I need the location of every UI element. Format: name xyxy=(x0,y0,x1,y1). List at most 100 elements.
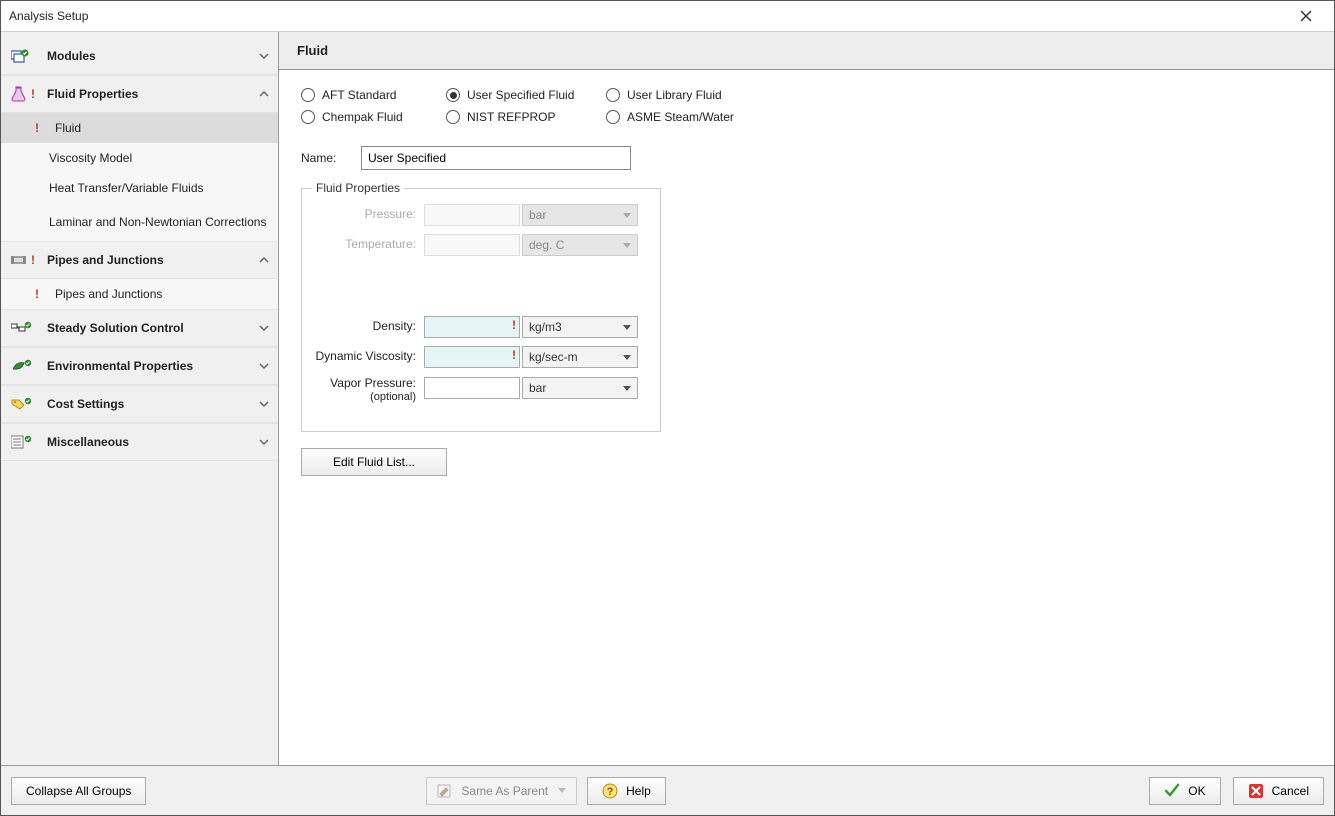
radio-aft-standard[interactable]: AFT Standard xyxy=(301,88,446,102)
sidebar-group-pipes-junctions[interactable]: ! Pipes and Junctions xyxy=(1,241,278,279)
dropdown-icon xyxy=(558,788,566,793)
list-icon xyxy=(11,435,31,449)
sidebar-group-label: Environmental Properties xyxy=(47,359,258,373)
chevron-up-icon xyxy=(258,254,270,266)
name-input[interactable] xyxy=(361,146,631,170)
sidebar-group-environmental[interactable]: Environmental Properties xyxy=(1,347,278,385)
sidebar-group-steady-solution[interactable]: Steady Solution Control xyxy=(1,309,278,347)
sidebar-item-fluid[interactable]: ! Fluid xyxy=(1,113,278,143)
vapor-pressure-unit-select[interactable]: bar xyxy=(522,377,638,399)
edit-fluid-list-button[interactable]: Edit Fluid List... xyxy=(301,448,447,476)
panel-title: Fluid xyxy=(279,32,1334,70)
sidebar-item-label: Laminar and Non-Newtonian Corrections xyxy=(49,215,266,230)
titlebar: Analysis Setup xyxy=(1,1,1334,32)
temperature-unit-select: deg. C xyxy=(522,234,638,256)
spacer xyxy=(314,263,648,315)
warning-icon: ! xyxy=(35,287,49,301)
analysis-setup-window: Analysis Setup Modules ! Fluid Propertie… xyxy=(0,0,1335,816)
sidebar-item-viscosity-model[interactable]: Viscosity Model xyxy=(1,143,278,173)
help-icon: ? xyxy=(602,783,618,799)
sidebar-group-label: Pipes and Junctions xyxy=(47,253,258,267)
fieldset-legend: Fluid Properties xyxy=(312,181,404,195)
name-row: Name: xyxy=(301,146,1312,170)
radio-label: ASME Steam/Water xyxy=(627,110,734,124)
radio-user-specified[interactable]: User Specified Fluid xyxy=(446,88,606,102)
vapor-pressure-input[interactable] xyxy=(424,377,520,399)
sidebar-group-label: Modules xyxy=(47,49,258,63)
sidebar-group-label: Steady Solution Control xyxy=(47,321,258,335)
density-row: Density: kg/m3 xyxy=(314,315,648,339)
sidebar-item-pipes-junctions[interactable]: ! Pipes and Junctions xyxy=(1,279,278,309)
window-close-button[interactable] xyxy=(1286,1,1326,31)
close-icon xyxy=(1300,10,1312,22)
pressure-row: Pressure: bar xyxy=(314,203,648,227)
sidebar-group-cost-settings[interactable]: Cost Settings xyxy=(1,385,278,423)
sidebar-item-heat-transfer[interactable]: Heat Transfer/Variable Fluids xyxy=(1,173,278,203)
temperature-label: Temperature: xyxy=(314,238,424,251)
solution-icon xyxy=(11,321,31,335)
dialog-footer: Collapse All Groups Same As Parent ? Hel… xyxy=(1,765,1334,815)
density-unit-select[interactable]: kg/m3 xyxy=(522,316,638,338)
temperature-row: Temperature: deg. C xyxy=(314,233,648,257)
sidebar-item-label: Heat Transfer/Variable Fluids xyxy=(49,181,204,196)
radio-icon xyxy=(301,88,315,102)
chevron-down-icon xyxy=(258,50,270,62)
sidebar-item-label: Pipes and Junctions xyxy=(55,287,162,302)
density-input[interactable] xyxy=(424,316,520,338)
pressure-input xyxy=(424,204,520,226)
radio-label: User Specified Fluid xyxy=(467,88,574,102)
edit-icon xyxy=(437,784,451,798)
radio-chempak[interactable]: Chempak Fluid xyxy=(301,110,446,124)
radio-nist-refprop[interactable]: NIST REFPROP xyxy=(446,110,606,124)
sidebar-group-fluid-properties[interactable]: ! Fluid Properties xyxy=(1,75,278,113)
radio-icon xyxy=(606,88,620,102)
sidebar: Modules ! Fluid Properties ! Fluid Visco… xyxy=(1,32,279,765)
collapse-all-groups-button[interactable]: Collapse All Groups xyxy=(11,777,146,805)
radio-icon xyxy=(446,88,460,102)
viscosity-row: Dynamic Viscosity: kg/sec-m xyxy=(314,345,648,369)
sidebar-item-label: Viscosity Model xyxy=(49,151,132,166)
dialog-body: Modules ! Fluid Properties ! Fluid Visco… xyxy=(1,32,1334,765)
viscosity-input[interactable] xyxy=(424,346,520,368)
radio-icon xyxy=(446,110,460,124)
radio-icon xyxy=(606,110,620,124)
window-title: Analysis Setup xyxy=(9,9,1286,23)
chevron-down-icon xyxy=(258,322,270,334)
temperature-input xyxy=(424,234,520,256)
cancel-icon xyxy=(1248,783,1264,799)
chevron-down-icon xyxy=(258,360,270,372)
sidebar-group-miscellaneous[interactable]: Miscellaneous xyxy=(1,423,278,461)
ok-button[interactable]: OK xyxy=(1149,777,1220,805)
sidebar-group-modules[interactable]: Modules xyxy=(1,37,278,75)
help-button[interactable]: ? Help xyxy=(587,777,666,805)
flask-icon xyxy=(11,86,29,102)
sidebar-item-laminar-corrections[interactable]: Laminar and Non-Newtonian Corrections xyxy=(1,203,278,241)
viscosity-unit-select[interactable]: kg/sec-m xyxy=(522,346,638,368)
chevron-down-icon xyxy=(258,436,270,448)
name-label: Name: xyxy=(301,151,361,165)
radio-label: Chempak Fluid xyxy=(322,110,403,124)
fluid-properties-fieldset: Fluid Properties Pressure: bar Temperatu… xyxy=(301,188,661,432)
density-label: Density: xyxy=(314,320,424,333)
warning-icon: ! xyxy=(35,121,49,135)
sidebar-item-label: Fluid xyxy=(55,121,81,136)
radio-label: NIST REFPROP xyxy=(467,110,555,124)
tag-icon xyxy=(11,397,31,411)
sidebar-group-label: Miscellaneous xyxy=(47,435,258,449)
radio-label: AFT Standard xyxy=(322,88,396,102)
radio-asme-steam[interactable]: ASME Steam/Water xyxy=(606,110,1312,124)
sidebar-group-label: Cost Settings xyxy=(47,397,258,411)
same-as-parent-button: Same As Parent xyxy=(426,777,577,805)
vapor-pressure-row: Vapor Pressure: (optional) bar xyxy=(314,375,648,409)
check-icon xyxy=(1164,783,1180,799)
leaf-icon xyxy=(11,359,31,373)
chevron-up-icon xyxy=(258,88,270,100)
sidebar-group-label: Fluid Properties xyxy=(47,87,258,101)
pressure-label: Pressure: xyxy=(314,208,424,221)
radio-user-library[interactable]: User Library Fluid xyxy=(606,88,1312,102)
pipe-icon xyxy=(11,253,29,267)
warning-icon: ! xyxy=(31,87,35,101)
cancel-button[interactable]: Cancel xyxy=(1233,777,1324,805)
svg-text:?: ? xyxy=(607,786,614,798)
main-panel: Fluid AFT Standard User Specified Fluid … xyxy=(279,32,1334,765)
